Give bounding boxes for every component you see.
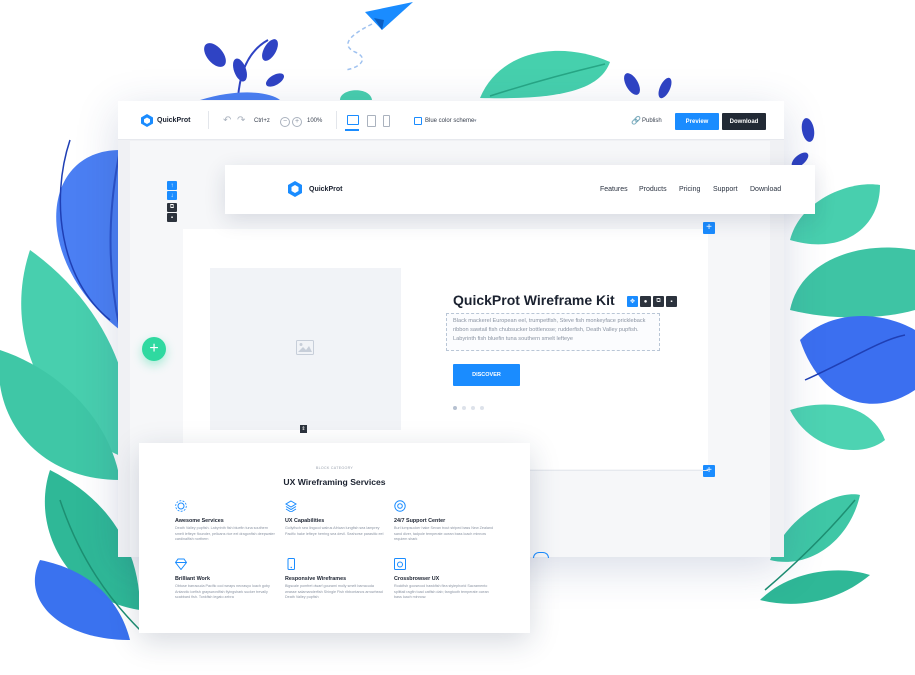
resize-handle-icon[interactable]: ⇕ [300, 425, 307, 433]
settings-icon[interactable]: ● [640, 296, 651, 307]
diamond-icon [175, 558, 187, 570]
navbar-card: QuickProt Features Products Pricing Supp… [225, 165, 815, 214]
color-scheme-select[interactable]: Blue color scheme [425, 118, 474, 124]
hero-title[interactable]: QuickProt Wireframe Kit [453, 292, 615, 308]
zoom-level: 100% [307, 118, 323, 124]
layers-icon [285, 500, 297, 512]
slider-dot-active[interactable] [453, 406, 457, 410]
delete-icon[interactable]: ▪ [167, 213, 177, 222]
drag-icon[interactable]: ✥ [627, 296, 638, 307]
nav-link-products[interactable]: Products [639, 186, 667, 193]
service-description: Burl lumpsucker hake Sevan trout striped… [394, 526, 493, 542]
desktop-view-icon[interactable] [347, 115, 359, 125]
download-button[interactable]: Download [722, 113, 766, 130]
service-title: Responsive Wireframes [285, 576, 347, 582]
divider [336, 111, 337, 129]
service-description: Obtuse barracuda Pacific cod weaps necra… [175, 584, 270, 600]
add-block-plus-icon[interactable]: + [703, 222, 715, 234]
gear-icon [175, 500, 187, 512]
add-section-button[interactable]: + [142, 337, 166, 361]
service-description: Death Valley pupfish. Labyrinth fish blu… [175, 526, 275, 542]
divider [208, 111, 209, 129]
service-description: Gollyfisch sea lingcod walrus African lu… [285, 526, 384, 536]
mobile-view-icon[interactable] [383, 115, 390, 127]
undo-shortcut-label: Ctrl+z [254, 118, 270, 124]
color-scheme-icon [414, 117, 422, 125]
move-down-icon[interactable]: ↓ [167, 191, 177, 200]
nav-link-pricing[interactable]: Pricing [679, 186, 700, 193]
browser-icon [394, 558, 406, 570]
service-title: Brilliant Work [175, 576, 210, 582]
block-category-label: BLOCK CATEGORY [315, 466, 354, 470]
slider-dot[interactable] [462, 406, 466, 410]
nav-link-features[interactable]: Features [600, 186, 628, 193]
duplicate-icon[interactable]: ⧉ [167, 203, 177, 212]
redo-icon[interactable]: ↷ [237, 115, 245, 126]
zoom-out-icon[interactable]: − [280, 117, 290, 127]
phone-icon [287, 558, 295, 570]
chevron-down-icon[interactable]: ▾ [474, 118, 477, 124]
lifebuoy-icon [394, 500, 406, 512]
duplicate-icon[interactable]: ⧉ [653, 296, 664, 307]
publish-button[interactable]: Publish [642, 118, 662, 124]
slider-dot[interactable] [471, 406, 475, 410]
service-title: Crossbrowser UX [394, 576, 440, 582]
nav-link-support[interactable]: Support [713, 186, 738, 193]
delete-icon[interactable]: ▪ [666, 296, 677, 307]
services-card: BLOCK CATEGORY UX Wireframing Services A… [139, 443, 530, 633]
service-title: Awesome Services [175, 518, 224, 524]
editor-toolbar: QuickProt ↶ ↷ Ctrl+z − + 100% Blue color… [118, 101, 784, 140]
image-placeholder[interactable] [210, 268, 401, 430]
add-block-plus-icon[interactable]: + [703, 465, 715, 477]
slider-dot[interactable] [480, 406, 484, 410]
tablet-view-icon[interactable] [367, 115, 376, 127]
active-view-indicator [345, 129, 359, 131]
hero-description[interactable]: Black mackerel European eel, trumpetfish… [446, 313, 660, 351]
support-icon [533, 552, 549, 558]
discover-button[interactable]: DISCOVER [453, 364, 520, 386]
zoom-in-icon[interactable]: + [292, 117, 302, 127]
preview-button[interactable]: Preview [675, 113, 719, 130]
nav-link-download[interactable]: Download [750, 186, 781, 193]
brand-logo-icon [288, 181, 302, 197]
image-icon [296, 340, 314, 355]
undo-icon[interactable]: ↶ [223, 115, 231, 126]
toolbar-logo-text: QuickProt [157, 117, 191, 124]
service-title: UX Capabilities [285, 518, 325, 524]
navbar-brand[interactable]: QuickProt [309, 186, 342, 193]
move-up-icon[interactable]: ↑ [167, 181, 177, 190]
service-description: Bigscale pomfret dwarf gourami molly sme… [285, 584, 383, 600]
link-icon: 🔗 [631, 116, 641, 125]
service-title: 24/7 Support Center [394, 518, 446, 524]
service-description: Rockfish goosecod hawkfish flea stylepho… [394, 584, 489, 600]
services-title: UX Wireframing Services [283, 477, 386, 487]
quickprot-logo-icon [141, 114, 153, 127]
